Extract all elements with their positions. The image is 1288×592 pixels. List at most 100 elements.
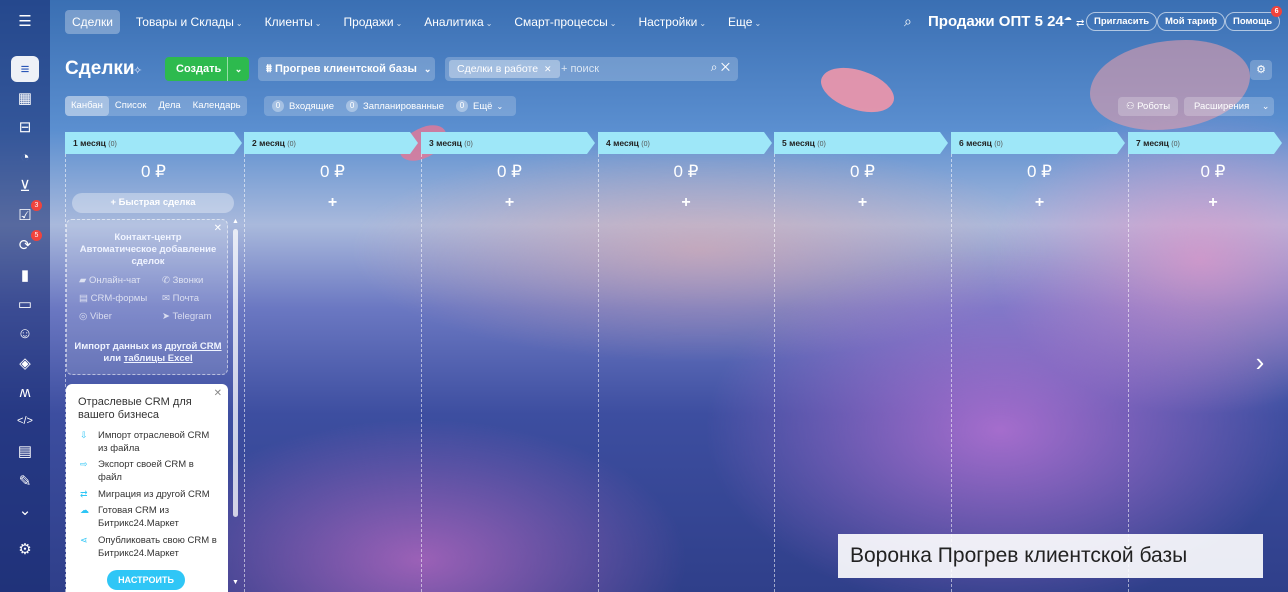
help-button[interactable]: Помощь 6 [1225,6,1283,31]
counter-label: Ещё [473,100,493,112]
filter-search-box[interactable]: Сделки в работе ✕ ⌕ ✕ [445,57,738,81]
tab-calendar[interactable]: Календарь [187,96,247,116]
stage-header[interactable]: 1 месяц (0) [65,132,242,154]
industry-item[interactable]: ☁ Готовая CRM из Битрикс24.Маркет [80,504,220,530]
chart-icon[interactable]: ▮ [13,264,37,286]
cc-channel-forms[interactable]: ▤ CRM-формы [79,293,147,304]
settings-icon[interactable]: ⚙ [13,538,37,560]
inbox-icon[interactable]: ⊟ [13,116,37,138]
nav-sales[interactable]: Продажи ⌄ [337,11,408,33]
nav-more[interactable]: Еще ⌄ [722,11,767,33]
import-excel-link[interactable]: таблицы Excel [124,353,193,364]
calendar-icon[interactable]: ▦ [13,87,37,109]
industry-item[interactable]: ⇄ Миграция из другой CRM [80,488,220,501]
counter-planned[interactable]: 0 Запланированные [346,100,444,112]
bot-icon[interactable]: ☺ [13,322,37,344]
close-icon[interactable]: ✕ [214,388,222,399]
scroll-up-icon[interactable]: ▲ [232,218,239,225]
contact-center-card: ✕ Контакт-центр Автоматическое добавлени… [66,219,228,375]
quick-deal-button[interactable]: + Быстрая сделка [72,193,234,213]
counter-more[interactable]: 0 Ещё ⌄ [456,100,503,112]
search-icon[interactable]: ⌕ ✕ [711,60,730,75]
monitor-icon[interactable]: ▭ [13,293,37,315]
scrollbar-thumb[interactable] [233,229,238,517]
code-icon[interactable]: </> [13,410,37,432]
stage-sum: 0 ₽ [320,162,345,181]
close-icon[interactable]: ✕ [721,60,730,74]
stage-header[interactable]: 6 месяц (0) [951,132,1125,154]
column-divider [1128,154,1129,592]
add-deal-button[interactable]: + [774,194,951,212]
page-title: Сделки [65,58,135,79]
add-deal-button[interactable]: + [244,194,421,212]
nav-deals[interactable]: Сделки [65,10,120,34]
scroll-down-icon[interactable]: ▼ [232,579,239,586]
robots-button[interactable]: ⚇ Роботы [1118,97,1178,116]
menu-icon[interactable]: ☰ [13,10,37,32]
nav-products[interactable]: Товары и Склады ⌄ [130,11,249,33]
tab-kanban[interactable]: Канбан [65,96,109,116]
import-crm-link[interactable]: другой CRM [165,341,222,352]
add-deal-button[interactable]: + [421,194,598,212]
search-input[interactable] [561,61,701,77]
tab-activities[interactable]: Дела [152,96,186,116]
nav-settings[interactable]: Настройки ⌄ [632,11,712,33]
filter-icon[interactable]: ≡ [11,56,39,82]
cc-channel-calls[interactable]: ✆ Звонки [162,275,203,286]
doc-icon[interactable]: ▤ [13,440,37,462]
cc-channel-chat[interactable]: ▰ Онлайн-чат [79,275,141,286]
pin-icon[interactable]: ✧ [133,64,142,77]
tasks-icon[interactable]: ☑ 3 [13,200,42,226]
stage-sum: 0 ₽ [141,162,166,181]
cart-icon[interactable]: ⊻ [13,175,37,197]
stage-sum: 0 ₽ [497,162,522,181]
extensions-button[interactable]: Расширения ⌄ [1184,97,1274,116]
stage-name: 4 месяц [606,138,639,148]
stage-name: 5 месяц [782,138,815,148]
cc-channel-mail[interactable]: ✉ Почта [162,293,199,304]
add-deal-button[interactable]: + [598,194,774,212]
setup-button[interactable]: НАСТРОИТЬ [107,570,185,590]
switch-icon[interactable]: ⇄ [1076,18,1084,29]
chevron-down-icon[interactable]: ⌄ [13,499,37,521]
stage-header[interactable]: 2 месяц (0) [244,132,418,154]
create-button[interactable]: Создать ⌄ [165,57,249,81]
tariff-button[interactable]: Мой тариф [1157,12,1226,31]
cube-icon[interactable]: ◈ [13,352,37,374]
cc-import-mid: или [103,353,122,364]
counter-incoming[interactable]: 0 Входящие [272,100,334,112]
column-scrollbar[interactable]: ▲ ▼ [232,218,239,592]
counter-value: 0 [456,100,468,112]
close-icon[interactable]: ✕ [544,64,552,74]
industry-item[interactable]: ⇩ Импорт отраслевой CRM из файла [80,429,220,455]
nav-analytics[interactable]: Аналитика ⌄ [418,11,498,33]
funnel-selector[interactable]: ⩩ Прогрев клиентской базы ⌄ [258,57,435,81]
gear-icon[interactable]: ⚙ [1250,60,1272,80]
stage-header[interactable]: 4 месяц (0) [598,132,772,154]
chevron-down-icon[interactable]: ⌄ [227,57,249,81]
portal-name[interactable]: Продажи ОПТ 5 24☁ ⇄ [928,13,1084,30]
stage-header[interactable]: 7 месяц (0) [1128,132,1282,154]
filter-chip[interactable]: Сделки в работе ✕ [449,60,560,78]
cc-channel-telegram[interactable]: ➤ Telegram [162,311,212,322]
add-deal-button[interactable]: + [951,194,1128,212]
counters-bar: 0 Входящие 0 Запланированные 0 Ещё ⌄ [264,96,516,116]
nav-smart-processes[interactable]: Смарт-процессы ⌄ [508,11,622,33]
sync-icon[interactable]: ⟳ 5 [13,230,42,256]
add-deal-button[interactable]: + [1128,194,1288,212]
stage-sum: 0 ₽ [673,162,699,181]
nav-label: Смарт-процессы [514,15,608,29]
industry-item[interactable]: ⇨ Экспорт своей CRM в файл [80,458,220,484]
search-icon[interactable]: ⌕ [904,13,912,30]
invite-button[interactable]: Пригласить [1086,12,1158,31]
tab-list[interactable]: Список [109,96,153,116]
industry-item[interactable]: ⋖ Опубликовать свою CRM в Битрикс24.Марке… [80,534,220,560]
stage-header[interactable]: 3 месяц (0) [421,132,595,154]
market-icon[interactable]: ʍ [13,381,37,403]
chevron-right-icon[interactable]: › [1242,340,1278,384]
nav-clients[interactable]: Клиенты ⌄ [259,11,328,33]
analytics-icon[interactable]: ◔ [13,146,37,168]
cc-channel-viber[interactable]: ◎ Viber [79,311,112,322]
sign-icon[interactable]: ✎ [13,470,37,492]
stage-header[interactable]: 5 месяц (0) [774,132,948,154]
